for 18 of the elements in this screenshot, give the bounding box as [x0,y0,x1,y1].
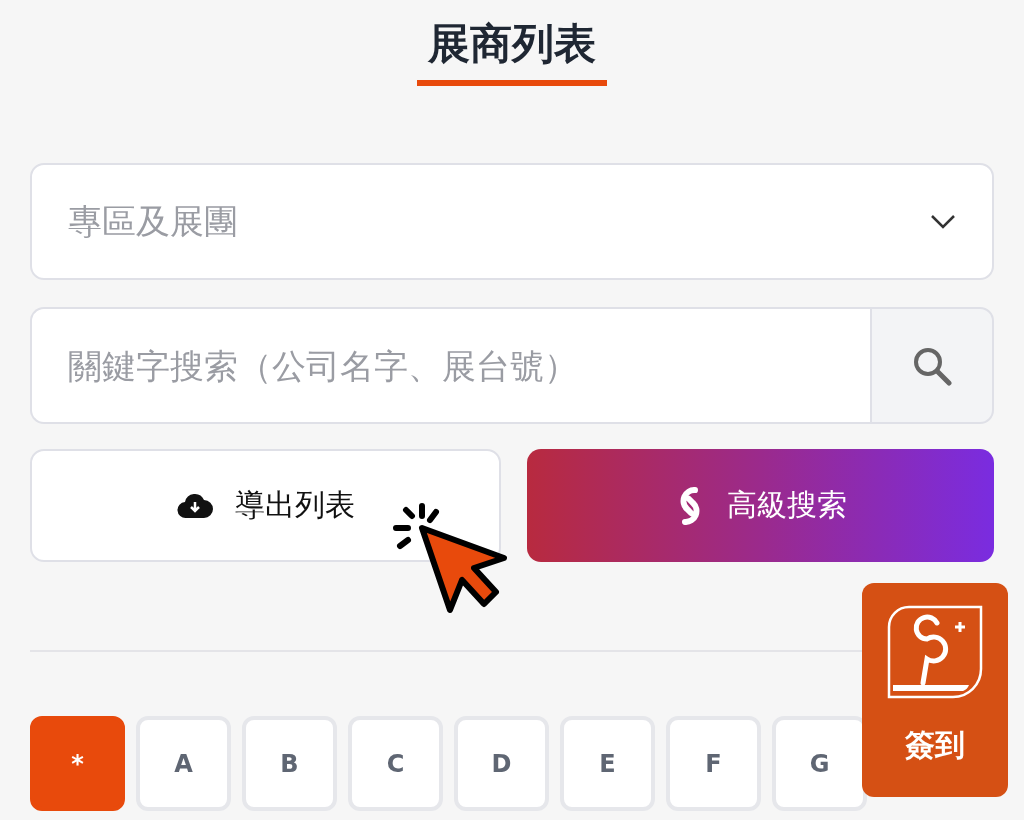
letter-tab[interactable]: G [772,716,867,811]
chevron-down-icon [930,213,956,230]
letter-tab[interactable]: B [242,716,337,811]
cloud-download-icon [176,492,213,519]
letter-tab[interactable]: * [30,716,125,811]
letter-tab[interactable]: F [666,716,761,811]
check-in-button[interactable]: 簽到 [862,583,1008,797]
page-title: 展商列表 [428,18,596,70]
advanced-search-button[interactable]: 高級搜索 [527,449,994,562]
search-field[interactable]: 關鍵字搜索（公司名字、展台號） [30,307,870,424]
export-list-button[interactable]: 導出列表 [30,449,501,562]
letter-tab[interactable]: E [560,716,655,811]
letter-tab[interactable]: A [136,716,231,811]
letter-tab[interactable]: D [454,716,549,811]
search-icon [912,345,952,386]
search-button[interactable] [870,307,994,424]
letter-tab[interactable]: C [348,716,443,811]
logo-icon [887,605,983,701]
